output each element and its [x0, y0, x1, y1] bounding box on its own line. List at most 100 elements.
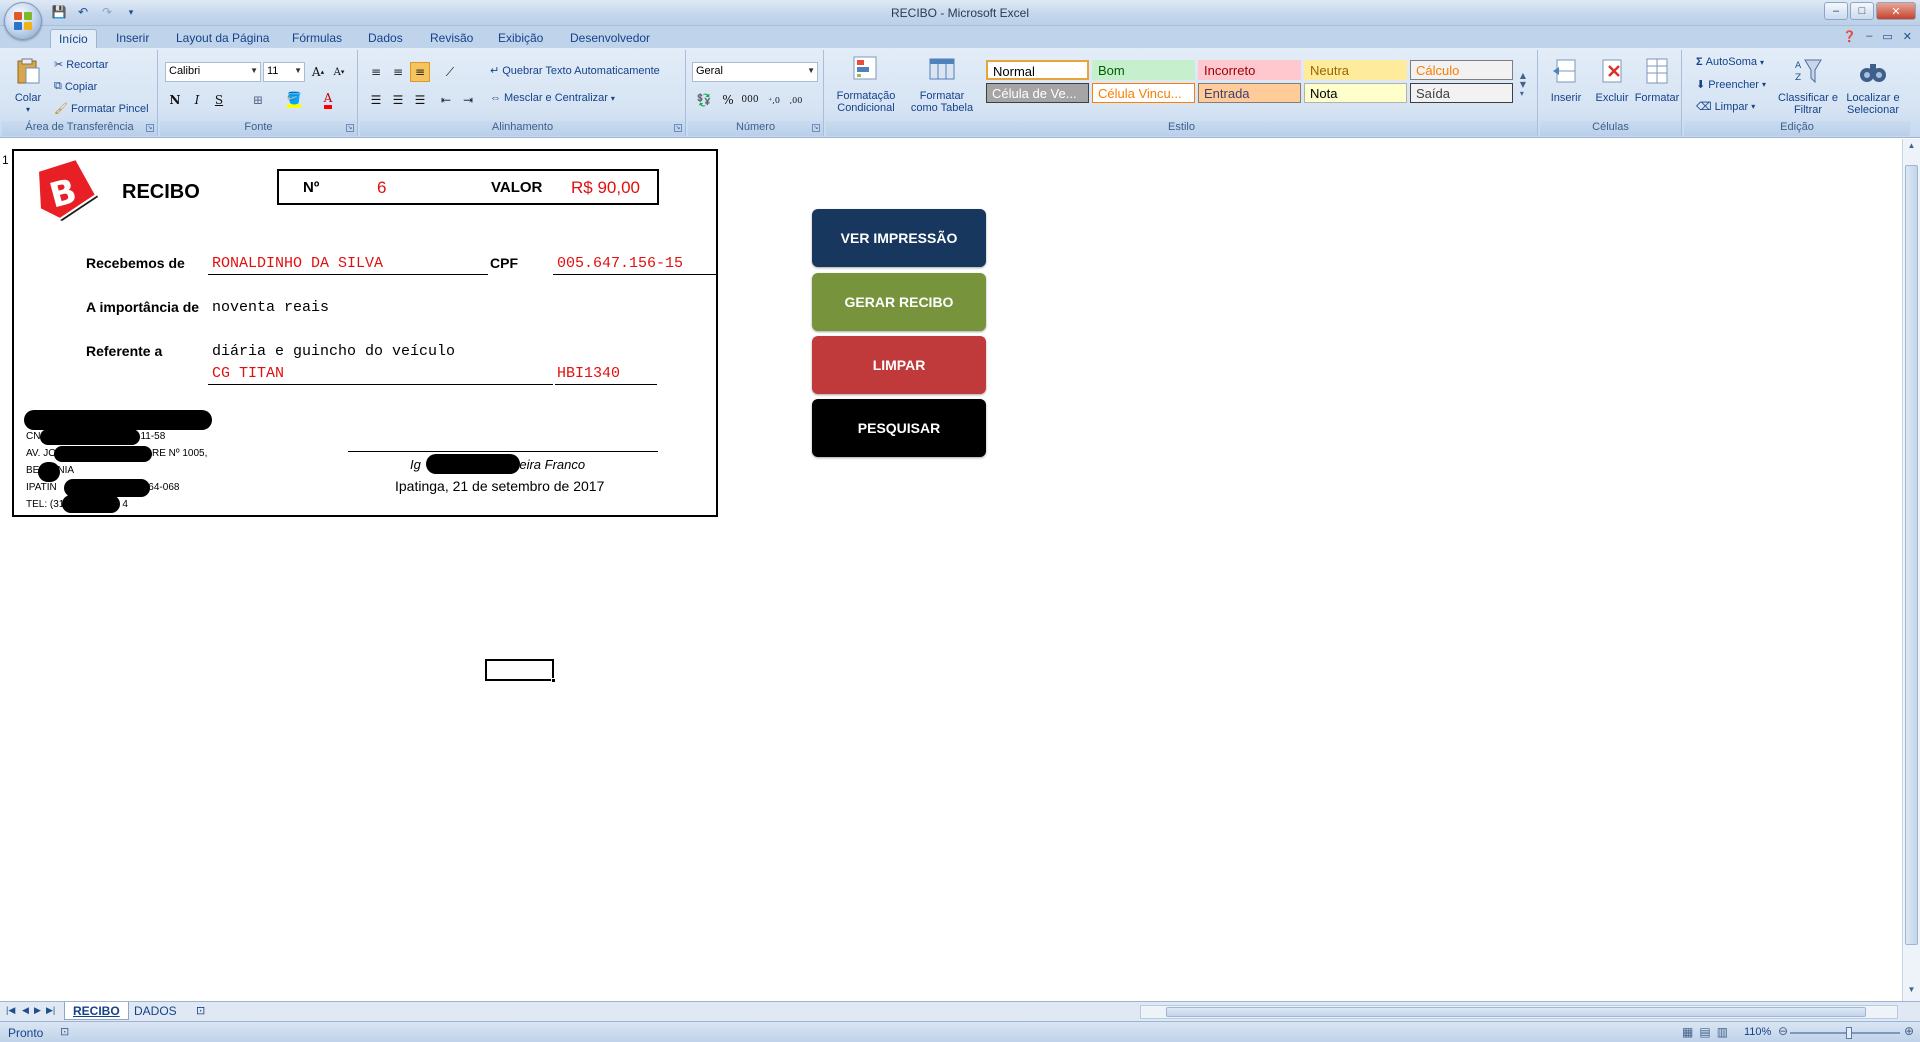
orientation-icon[interactable]: ⟋ — [440, 62, 460, 82]
zoom-in-icon[interactable]: ⊕ — [1904, 1024, 1914, 1038]
worksheet-area[interactable]: 1 B RECIBO Nº 6 VALOR R$ 90,00 Recebemos… — [0, 139, 1900, 1001]
bold-icon[interactable]: N — [165, 90, 185, 110]
cell-style-9[interactable]: Saída — [1410, 83, 1513, 103]
autosum-button[interactable]: Σ AutoSoma ▾ — [1696, 56, 1764, 68]
tab-inserir[interactable]: Inserir — [108, 29, 157, 48]
align-right-icon[interactable]: ☰ — [410, 90, 430, 110]
horizontal-scrollbar[interactable] — [1140, 1005, 1898, 1019]
cell-style-0[interactable]: Normal — [986, 60, 1089, 80]
wrap-text-button[interactable]: ↵ Quebrar Texto Automaticamente — [490, 64, 660, 78]
delete-cells-button[interactable]: Excluir — [1590, 56, 1634, 104]
horizontal-scroll-thumb[interactable] — [1166, 1007, 1866, 1017]
currency-icon[interactable]: 💱 — [694, 90, 714, 110]
underline-icon[interactable]: S — [209, 90, 229, 110]
insert-cells-button[interactable]: Inserir — [1544, 56, 1588, 104]
first-sheet-icon[interactable]: |◀ — [6, 1005, 15, 1016]
align-bottom-icon[interactable]: ≡ — [410, 62, 430, 82]
fill-handle[interactable] — [551, 678, 556, 683]
conditional-formatting-button[interactable]: Formatação Condicional — [830, 54, 902, 114]
cell-style-5[interactable]: Célula de Ve... — [986, 83, 1089, 103]
vertical-scrollbar[interactable]: ▲ ▼ — [1902, 139, 1920, 1001]
vertical-scroll-thumb[interactable] — [1905, 165, 1918, 945]
insert-sheet-icon[interactable]: ⊡ — [188, 1002, 213, 1020]
sheet-tab-recibo[interactable]: RECIBO — [64, 1002, 129, 1020]
copy-button[interactable]: ⧉ Copiar — [54, 80, 97, 93]
cell-style-4[interactable]: Cálculo — [1410, 60, 1513, 80]
search-button[interactable]: PESQUISAR — [812, 399, 986, 457]
zoom-out-icon[interactable]: ⊖ — [1778, 1024, 1788, 1038]
cell-style-7[interactable]: Entrada — [1198, 83, 1301, 103]
decrease-indent-icon[interactable]: ⇤ — [436, 90, 456, 110]
number-format-combo[interactable]: Geral ▼ — [692, 62, 818, 82]
cell-style-3[interactable]: Neutra — [1304, 60, 1407, 80]
ribbon-minimize-icon[interactable]: – — [1866, 30, 1872, 43]
increase-indent-icon[interactable]: ⇥ — [458, 90, 478, 110]
fill-color-icon[interactable]: 🪣 — [284, 90, 304, 110]
dialog-launcher-icon[interactable]: ↘ — [674, 124, 682, 132]
next-sheet-icon[interactable]: ▶ — [34, 1005, 41, 1016]
tab-exibicao[interactable]: Exibição — [490, 29, 551, 48]
view-buttons[interactable]: ▦▤▥ — [1682, 1025, 1734, 1039]
macro-record-icon[interactable]: ⊡ — [60, 1025, 69, 1038]
close-icon[interactable]: ✕ — [1876, 2, 1916, 20]
last-sheet-icon[interactable]: ▶| — [46, 1005, 55, 1016]
sort-filter-button[interactable]: A Z Classificar e Filtrar — [1778, 56, 1838, 116]
tab-layout[interactable]: Layout da Página — [168, 29, 277, 48]
tab-revisao[interactable]: Revisão — [422, 29, 481, 48]
zoom-level[interactable]: 110% — [1744, 1026, 1771, 1038]
help-icon[interactable]: ❓ — [1843, 30, 1857, 43]
tab-dados[interactable]: Dados — [360, 29, 411, 48]
generate-receipt-button[interactable]: GERAR RECIBO — [812, 273, 986, 331]
increase-decimal-icon[interactable]: ⁺,0 — [764, 90, 784, 110]
dialog-launcher-icon[interactable]: ↘ — [146, 124, 154, 132]
font-color-icon[interactable]: A — [318, 90, 338, 110]
cell-style-2[interactable]: Incorreto — [1198, 60, 1301, 80]
paste-button[interactable]: Colar ▾ — [8, 56, 48, 116]
maximize-icon[interactable]: □ — [1850, 2, 1874, 20]
dialog-launcher-icon[interactable]: ↘ — [346, 124, 354, 132]
selected-cell[interactable] — [485, 659, 556, 683]
format-cells-button[interactable]: Formatar — [1634, 56, 1680, 104]
zoom-slider[interactable] — [1790, 1027, 1900, 1039]
align-top-icon[interactable]: ≡ — [366, 62, 386, 82]
font-size-combo[interactable]: 11 ▼ — [263, 62, 305, 82]
font-name-combo[interactable]: Calibri ▼ — [165, 62, 261, 82]
cell-style-8[interactable]: Nota — [1304, 83, 1407, 103]
print-preview-button[interactable]: VER IMPRESSÃO — [812, 209, 986, 267]
align-middle-icon[interactable]: ≡ — [388, 62, 408, 82]
clear-button[interactable]: ⌫ Limpar ▾ — [1696, 100, 1755, 114]
italic-icon[interactable]: I — [187, 90, 207, 110]
tab-desenvolvedor[interactable]: Desenvolvedor — [562, 29, 658, 48]
cell-style-6[interactable]: Célula Vincu... — [1092, 83, 1195, 103]
find-select-button[interactable]: Localizar e Selecionar — [1840, 56, 1906, 116]
ribbon-restore-icon[interactable]: ▭ — [1882, 30, 1892, 43]
clear-button[interactable]: LIMPAR — [812, 336, 986, 394]
tab-inicio[interactable]: Início — [50, 29, 97, 48]
prev-sheet-icon[interactable]: ◀ — [22, 1005, 29, 1016]
merge-center-button[interactable]: ⇔ Mesclar e Centralizar ▾ — [490, 92, 615, 104]
format-painter-button[interactable]: 🖌 Formatar Pincel — [54, 102, 149, 116]
ribbon-close-icon[interactable]: ✕ — [1903, 30, 1912, 43]
borders-icon[interactable]: ⊞ — [248, 90, 268, 110]
align-left-icon[interactable]: ☰ — [366, 90, 386, 110]
shrink-font-icon[interactable]: A ▾ — [329, 62, 349, 82]
sheet-tab-dados[interactable]: DADOS — [126, 1002, 185, 1020]
thousands-icon[interactable]: 000 — [740, 90, 760, 110]
decrease-decimal-icon[interactable]: ,00 — [786, 90, 806, 110]
fill-button[interactable]: ⬇ Preencher ▾ — [1696, 78, 1766, 92]
cell-style-1[interactable]: Bom — [1092, 60, 1195, 80]
tab-formulas[interactable]: Fórmulas — [284, 29, 350, 48]
scroll-up-icon[interactable]: ▲ — [1905, 141, 1918, 155]
page-break-view-icon[interactable]: ▥ — [1717, 1025, 1734, 1039]
dialog-launcher-icon[interactable]: ↘ — [812, 124, 820, 132]
normal-view-icon[interactable]: ▦ — [1682, 1025, 1699, 1039]
percent-icon[interactable]: % — [718, 90, 738, 110]
minimize-icon[interactable]: – — [1824, 2, 1848, 20]
office-button[interactable] — [4, 2, 42, 40]
page-layout-view-icon[interactable]: ▤ — [1699, 1025, 1716, 1039]
align-center-icon[interactable]: ☰ — [388, 90, 408, 110]
scroll-down-icon[interactable]: ▼ — [1905, 985, 1918, 999]
zoom-slider-knob[interactable] — [1846, 1027, 1852, 1039]
cut-button[interactable]: ✂ Recortar — [54, 58, 108, 72]
format-as-table-button[interactable]: Formatar como Tabela — [906, 54, 978, 114]
